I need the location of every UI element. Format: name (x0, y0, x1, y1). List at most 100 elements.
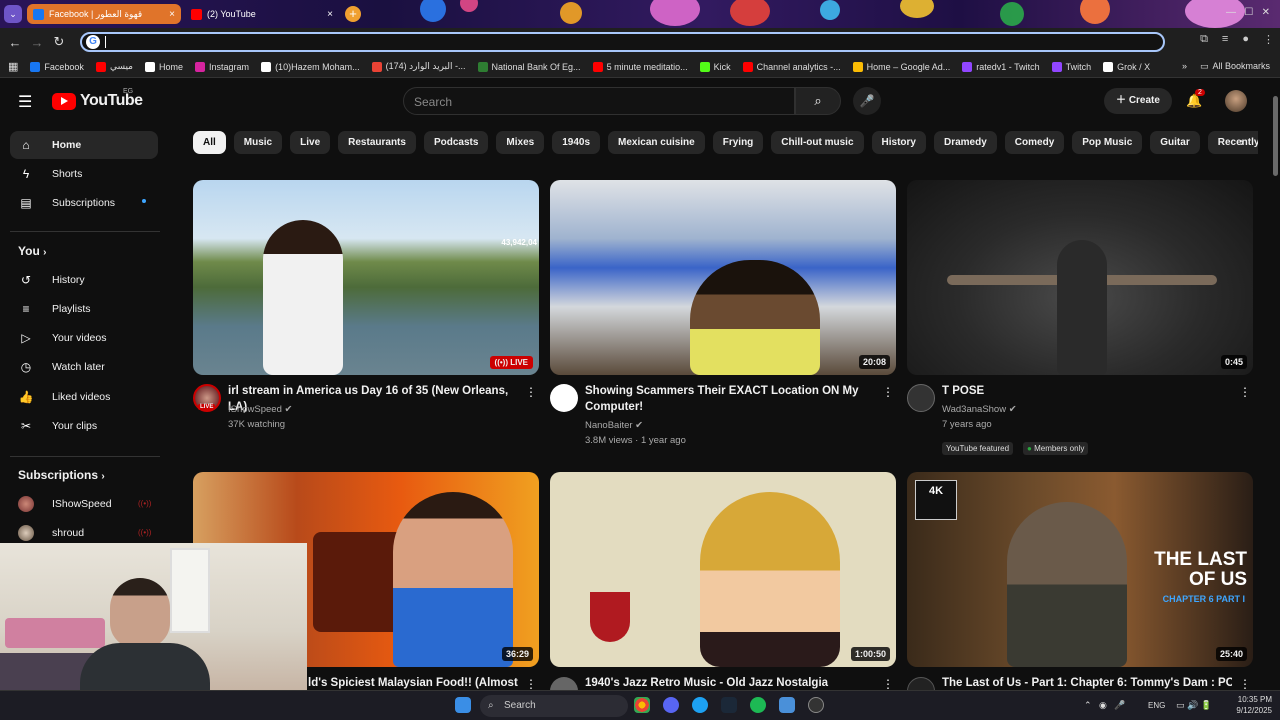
chip-mexican-cuisine[interactable]: Mexican cuisine (608, 131, 705, 154)
sidebar-item-watch-later[interactable]: ◷ Watch later (10, 353, 158, 381)
tab-facebook[interactable]: Facebook | قهوة العطور × (27, 4, 181, 24)
chip-comedy[interactable]: Comedy (1004, 131, 1065, 154)
tab-search-button[interactable]: ⌄ (4, 5, 22, 23)
video-card[interactable]: 4K THE LAST OF US CHAPTER 6 PART I 25:40… (907, 472, 1253, 705)
more-options-icon[interactable]: ⋮ (1239, 385, 1251, 399)
search-button[interactable]: ⌕ (795, 87, 841, 115)
video-title[interactable]: Showing Scammers Their EXACT Location ON… (585, 383, 875, 415)
chip-chill-out-music[interactable]: Chill-out music (771, 131, 864, 154)
video-thumbnail[interactable]: 43,942,04 ((•)) LIVE (193, 180, 539, 375)
forward-button[interactable]: → (26, 35, 48, 50)
subscriptions-heading[interactable]: Subscriptions › (18, 468, 105, 482)
sidebar-item-home[interactable]: ⌂ Home (10, 131, 158, 159)
bookmark-item[interactable]: Home (145, 61, 183, 72)
back-button[interactable]: ← (4, 35, 26, 50)
video-thumbnail[interactable]: 4K THE LAST OF US CHAPTER 6 PART I 25:40 (907, 472, 1253, 667)
close-icon[interactable]: × (169, 9, 175, 20)
bookmark-item[interactable]: Home – Google Ad... (852, 61, 950, 72)
video-title[interactable]: The Last of Us - Part 1: Chapter 6: Tomm… (942, 675, 1232, 691)
scrollbar[interactable] (1270, 78, 1280, 690)
bookmark-item[interactable]: Kick (699, 61, 731, 72)
chip-history[interactable]: History (871, 131, 926, 154)
chip-live[interactable]: Live (290, 131, 331, 154)
reload-button[interactable]: ↻ (48, 34, 70, 50)
bookmark-item[interactable]: Grok / X (1103, 61, 1150, 72)
more-bookmarks-icon[interactable]: » (1182, 61, 1187, 72)
bookmark-item[interactable]: 5 minute meditatio... (592, 61, 688, 72)
tab-youtube[interactable]: (2) YouTube × (185, 4, 339, 24)
system-icons[interactable]: ▭ 🔊 🔋 (1176, 700, 1212, 711)
bookmark-item[interactable]: ميسي (95, 61, 133, 72)
sidebar-item-liked-videos[interactable]: 👍 Liked videos (10, 383, 158, 411)
channel-name[interactable]: NanoBaiter ✔ (585, 420, 643, 431)
bookmark-item[interactable]: Twitch (1051, 61, 1091, 72)
all-bookmarks[interactable]: » ▭ All Bookmarks (1182, 61, 1270, 72)
clock[interactable]: 10:35 PM 9/12/2025 (1236, 694, 1272, 716)
create-button[interactable]: ＋ Create (1104, 88, 1172, 114)
chrome-icon[interactable] (634, 697, 650, 713)
avatar[interactable] (1225, 90, 1247, 112)
new-tab-button[interactable]: + (345, 6, 361, 22)
video-thumbnail[interactable]: 0:45 (907, 180, 1253, 375)
language-indicator[interactable]: ENG (1148, 701, 1165, 710)
spotify-icon[interactable] (750, 697, 766, 713)
menu-icon[interactable]: ⋮ (1263, 33, 1274, 46)
you-heading[interactable]: You › (18, 244, 46, 258)
chip-mixes[interactable]: Mixes (496, 131, 545, 154)
chip-podcasts[interactable]: Podcasts (423, 131, 489, 154)
video-title[interactable]: T POSE (942, 383, 1232, 399)
more-options-icon[interactable]: ⋮ (525, 677, 537, 691)
chip-guitar[interactable]: Guitar (1150, 131, 1200, 154)
bookmark-item[interactable]: ratedv1 - Twitch (962, 61, 1040, 72)
sidebar-item-shorts[interactable]: ϟ Shorts (10, 160, 158, 188)
bookmark-item[interactable]: National Bank Of Eg... (477, 61, 581, 72)
bookmark-item[interactable]: Instagram (195, 61, 249, 72)
edge-icon[interactable] (692, 697, 708, 713)
address-bar[interactable]: G (80, 32, 1165, 52)
more-options-icon[interactable]: ⋮ (525, 385, 537, 399)
bookmark-item[interactable]: Facebook (30, 61, 84, 72)
steam-icon[interactable] (721, 697, 737, 713)
profile-icon[interactable]: ● (1242, 33, 1249, 46)
chip-restaurants[interactable]: Restaurants (338, 131, 416, 154)
chip-dramedy[interactable]: Dramedy (933, 131, 997, 154)
sidebar-sub-ishowspeed[interactable]: IShowSpeed (10, 490, 158, 518)
menu-hamburger-icon[interactable]: ☰ (18, 92, 32, 112)
sidebar-item-your-videos[interactable]: ▷ Your videos (10, 324, 158, 352)
chip-1940s[interactable]: 1940s (552, 131, 601, 154)
video-thumbnail[interactable]: 20:08 (550, 180, 896, 375)
channel-name[interactable]: IShowSpeed ✔ (228, 404, 292, 415)
close-icon[interactable]: × (327, 9, 333, 20)
bookmark-item[interactable]: (174) البريد الوارد -... (371, 61, 466, 72)
bookmark-item[interactable]: Channel analytics -... (742, 61, 841, 72)
chip-frying[interactable]: Frying (712, 131, 764, 154)
video-card[interactable]: 20:08 Showing Scammers Their EXACT Locat… (550, 180, 896, 446)
sidebar-item-your-clips[interactable]: ✂ Your clips (10, 412, 158, 440)
windows-start-icon[interactable] (455, 697, 471, 713)
voice-search-button[interactable]: 🎤 (853, 87, 881, 115)
app-icon[interactable] (779, 697, 795, 713)
more-options-icon[interactable]: ⋮ (1239, 677, 1251, 691)
channel-avatar[interactable] (907, 384, 935, 412)
sidebar-item-playlists[interactable]: ≡ Playlists (10, 295, 158, 323)
sidebar-item-subscriptions[interactable]: ▤ Subscriptions (10, 189, 158, 217)
chip-recently-uploa[interactable]: Recently uploa (1207, 131, 1258, 154)
bookmark-item[interactable]: (10)Hazem Moham... (261, 61, 360, 72)
more-options-icon[interactable]: ⋮ (882, 677, 894, 691)
youtube-logo[interactable]: YouTube EG (52, 88, 143, 110)
apps-icon[interactable]: ▦ (8, 60, 18, 73)
window-controls[interactable]: — ☐ ✕ (1226, 7, 1270, 18)
reading-list-icon[interactable]: ≡ (1222, 33, 1228, 46)
discord-icon[interactable] (663, 697, 679, 713)
chip-all[interactable]: All (193, 131, 226, 154)
extensions-icon[interactable]: ⧉ (1200, 33, 1208, 46)
obs-icon[interactable] (808, 697, 824, 713)
taskbar-search[interactable]: ⌕ Search (480, 695, 628, 717)
channel-avatar[interactable] (550, 384, 578, 412)
video-title[interactable]: 1940's Jazz Retro Music - Old Jazz Nosta… (585, 675, 875, 691)
video-card[interactable]: 1:00:50 1940's Jazz Retro Music - Old Ja… (550, 472, 896, 705)
chip-pop-music[interactable]: Pop Music (1072, 131, 1143, 154)
chip-music[interactable]: Music (233, 131, 283, 154)
sidebar-item-history[interactable]: ↺ History (10, 266, 158, 294)
chevron-right-icon[interactable]: › (1240, 135, 1244, 149)
